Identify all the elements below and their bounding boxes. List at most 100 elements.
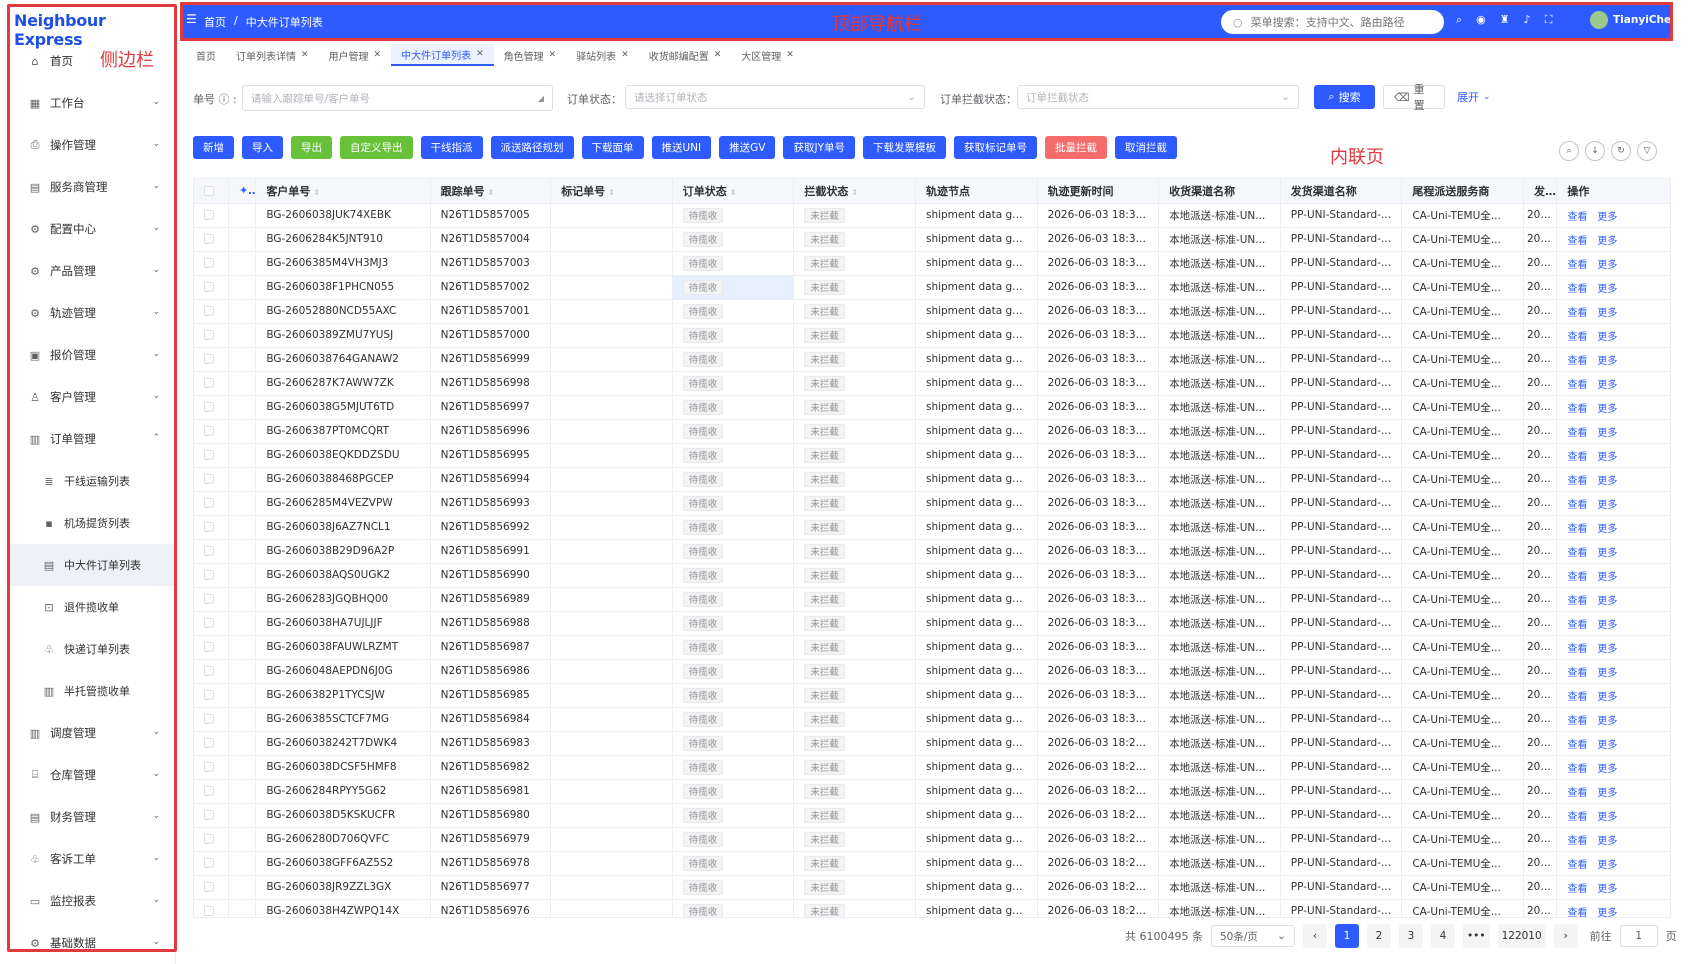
view-link[interactable]: 查看 [1567,428,1587,439]
more-link[interactable]: 更多 [1597,788,1617,799]
tag-tab[interactable]: 用户管理 ✕ [319,44,392,66]
view-link[interactable]: 查看 [1567,572,1587,583]
row-checkbox[interactable] [194,635,229,660]
table-row[interactable]: BG-2606038H4ZWPQ14X N26T1D5856976 待揽收 未拦截 sh… [194,899,1670,917]
sidebar-item[interactable]: ⎙ 操作管理 ⌄ [10,124,174,166]
select-all-checkbox[interactable] [194,179,229,204]
row-checkbox[interactable] [194,731,229,756]
table-row[interactable]: BG-2606038DCSF5HMF8 N26T1D5856982 待揽收 未拦截 sh… [194,755,1670,780]
sidebar-item[interactable]: ▥ 订单管理 ⌃ [10,418,174,460]
table-row[interactable]: BG-2606038GFF6AZ5S2 N26T1D5856978 待揽收 未拦截 sh… [194,851,1670,876]
more-link[interactable]: 更多 [1597,524,1617,535]
next-page-button[interactable]: › [1553,924,1578,948]
row-checkbox[interactable] [194,515,229,540]
row-checkbox[interactable] [194,611,229,636]
toolbar-button[interactable]: 推送UNI [651,136,712,159]
more-link[interactable]: 更多 [1597,404,1617,415]
table-row[interactable]: BG-2606048AEPDN6J0G N26T1D5856986 待揽收 未拦截 sh… [194,659,1670,684]
view-link[interactable]: 查看 [1567,668,1587,679]
table-row[interactable]: BG-2606038HA7UJLJJF N26T1D5856988 待揽收 未拦截 sh… [194,611,1670,636]
table-row[interactable]: BG-2606038G5MJUT6TD N26T1D5856997 待揽收 未拦截 sh… [194,395,1670,420]
sidebar-item[interactable]: ⚙ 产品管理 ⌄ [10,250,174,292]
table-row[interactable]: BG-2606038JR9ZZL3GX N26T1D5856977 待揽收 未拦截 sh… [194,875,1670,900]
more-link[interactable]: 更多 [1597,692,1617,703]
view-link[interactable]: 查看 [1567,692,1587,703]
table-row[interactable]: BG-2606387PT0MCQRT N26T1D5856996 待揽收 未拦截 shi… [194,419,1670,444]
view-link[interactable]: 查看 [1567,788,1587,799]
close-icon[interactable]: ✕ [786,50,794,60]
table-row[interactable]: BG-2606287K7AWW7ZK N26T1D5856998 待揽收 未拦截 shi… [194,371,1670,396]
page-button[interactable]: 1 [1334,924,1359,948]
tag-tab[interactable]: 首页 [186,44,226,66]
close-icon[interactable]: ✕ [621,50,629,60]
view-link[interactable]: 查看 [1567,860,1587,871]
more-link[interactable]: 更多 [1597,380,1617,391]
sidebar-item[interactable]: ▥ 调度管理 ⌄ [10,712,174,754]
view-link[interactable]: 查看 [1567,260,1587,271]
view-link[interactable]: 查看 [1567,404,1587,415]
more-link[interactable]: 更多 [1597,428,1617,439]
tag-tab[interactable]: 大区管理 ✕ [731,44,804,66]
sidebar-item[interactable]: ⌸ 仓库管理 ⌄ [10,754,174,796]
toolbar-button[interactable]: 派送路径规划 [490,136,574,159]
filter-icon[interactable]: ▽ [1637,141,1657,161]
row-checkbox[interactable] [194,299,229,324]
toolbar-button[interactable]: 新增 [193,136,234,159]
page-button[interactable]: 3 [1398,924,1423,948]
more-link[interactable]: 更多 [1597,812,1617,823]
menu-search[interactable]: ○ [1221,10,1444,34]
table-row[interactable]: BG-2606385SCTCF7MG N26T1D5856984 待揽收 未拦截 shi… [194,707,1670,732]
more-link[interactable]: 更多 [1597,764,1617,775]
fullscreen-icon[interactable]: ⛶ [1545,13,1553,27]
search-icon[interactable]: ⌕ [1559,141,1579,161]
view-link[interactable]: 查看 [1567,740,1587,751]
view-link[interactable]: 查看 [1567,356,1587,367]
row-checkbox[interactable] [194,851,229,876]
view-link[interactable]: 查看 [1567,524,1587,535]
user-menu[interactable]: TianyiChen ▾ [1590,11,1688,29]
close-icon[interactable]: ✕ [549,50,557,60]
row-checkbox[interactable] [194,371,229,396]
resize-handle-icon[interactable]: ◢ [538,94,544,103]
table-row[interactable]: BG-2606285M4VEZVPW N26T1D5856993 待揽收 未拦截 shi… [194,491,1670,516]
sidebar-item[interactable]: ▦ 工作台 ⌄ [10,82,174,124]
more-link[interactable]: 更多 [1597,500,1617,511]
more-link[interactable]: 更多 [1597,668,1617,679]
close-icon[interactable]: ✕ [301,50,309,60]
reset-button[interactable]: ⌫ 重置 [1383,83,1445,112]
pin-icon[interactable]: ✦ [228,179,257,204]
view-link[interactable]: 查看 [1567,308,1587,319]
table-row[interactable]: BG-2606038JUK74XEBK N26T1D5857005 待揽收 未拦截 sh… [194,203,1670,228]
more-link[interactable]: 更多 [1597,596,1617,607]
more-link[interactable]: 更多 [1597,620,1617,631]
view-link[interactable]: 查看 [1567,716,1587,727]
shirt-icon[interactable]: ♜ [1500,13,1510,27]
view-link[interactable]: 查看 [1567,644,1587,655]
more-link[interactable]: 更多 [1597,236,1617,247]
col-tracking-no[interactable]: 跟踪单号 ⇕ [430,179,552,204]
toolbar-button[interactable]: 批量拦截 [1044,136,1107,159]
row-checkbox[interactable] [194,875,229,900]
page-button[interactable]: ••• [1462,924,1490,948]
sidebar-item[interactable]: ⚙ 轨迹管理 ⌄ [10,292,174,334]
view-link[interactable]: 查看 [1567,332,1587,343]
intercept-select[interactable]: 订单拦截状态 ⌄ [1017,85,1299,109]
col-mark-no[interactable]: 标记单号 ⇕ [550,179,673,204]
row-checkbox[interactable] [194,251,229,276]
more-link[interactable]: 更多 [1597,644,1617,655]
table-row[interactable]: BG-26052880NCD55AXC N26T1D5857001 待揽收 未拦截 sh… [194,299,1670,324]
more-link[interactable]: 更多 [1597,284,1617,295]
sidebar-item[interactable]: ▤ 中大件订单列表 [10,544,174,586]
page-button[interactable]: 4 [1430,924,1455,948]
table-row[interactable]: BG-2606038EQKDDZSDU N26T1D5856995 待揽收 未拦截 sh… [194,443,1670,468]
toolbar-button[interactable]: 自定义导出 [340,136,413,159]
view-link[interactable]: 查看 [1567,476,1587,487]
search-button[interactable]: ⌕ 搜索 [1314,85,1375,109]
table-row[interactable]: BG-2606038AQS0UGK2 N26T1D5856990 待揽收 未拦截 shi… [194,563,1670,588]
goto-page-input[interactable]: 1 [1619,925,1658,947]
row-checkbox[interactable] [194,779,229,804]
more-link[interactable]: 更多 [1597,452,1617,463]
table-row[interactable]: BG-2606038B29D96A2P N26T1D5856991 待揽收 未拦截 sh… [194,539,1670,564]
row-checkbox[interactable] [194,419,229,444]
table-row[interactable]: BG-2606038FAUWLRZMT N26T1D5856987 待揽收 未拦截 sh… [194,635,1670,660]
